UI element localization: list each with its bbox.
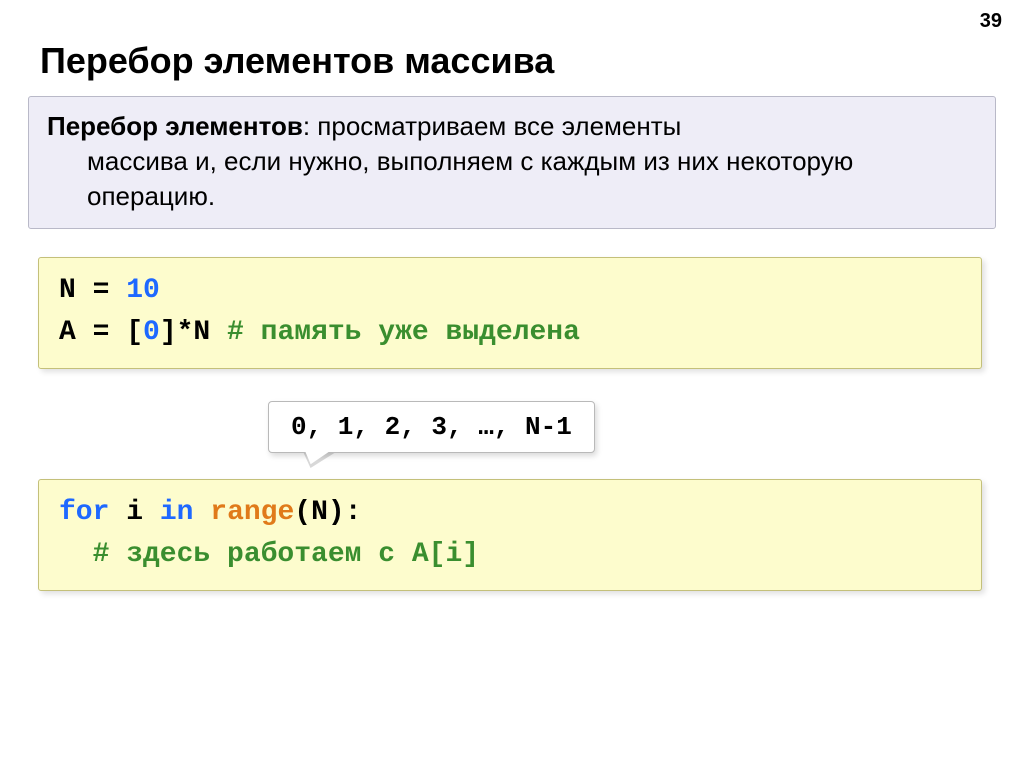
definition-line1-rest: : просматриваем все элементы <box>303 111 681 141</box>
definition-line2: массива и, если нужно, выполняем с кажды… <box>47 144 977 214</box>
code-line-1: N = 10 <box>59 270 961 312</box>
code-line-2: A = [0]*N # память уже выделена <box>59 312 961 354</box>
code-text <box>193 497 210 528</box>
code-text: ]*N <box>160 317 227 348</box>
code-text: N = <box>59 275 126 306</box>
definition-box: Перебор элементов: просматриваем все эле… <box>28 96 996 229</box>
definition-term: Перебор элементов <box>47 111 303 141</box>
code-text: (N): <box>294 497 361 528</box>
callout-wrapper: 0, 1, 2, 3, …, N-1 <box>38 401 984 465</box>
code-comment: # память уже выделена <box>227 317 580 348</box>
code-literal: 0 <box>143 317 160 348</box>
code-literal: 10 <box>126 275 160 306</box>
code-line-3: for i in range(N): <box>59 492 961 534</box>
slide-title: Перебор элементов массива <box>40 40 984 82</box>
code-keyword: in <box>160 497 194 528</box>
callout-text: 0, 1, 2, 3, …, N-1 <box>291 412 572 442</box>
code-builtin: range <box>210 497 294 528</box>
code-line-4: # здесь работаем с A[i] <box>59 534 961 576</box>
code-text: i <box>109 497 159 528</box>
page-number: 39 <box>980 10 1002 33</box>
code-text: A = [ <box>59 317 143 348</box>
code-block-declaration: N = 10 A = [0]*N # память уже выделена <box>38 257 982 369</box>
code-comment: # здесь работаем с A[i] <box>93 539 479 570</box>
code-keyword: for <box>59 497 109 528</box>
code-block-loop: for i in range(N): # здесь работаем с A[… <box>38 479 982 591</box>
